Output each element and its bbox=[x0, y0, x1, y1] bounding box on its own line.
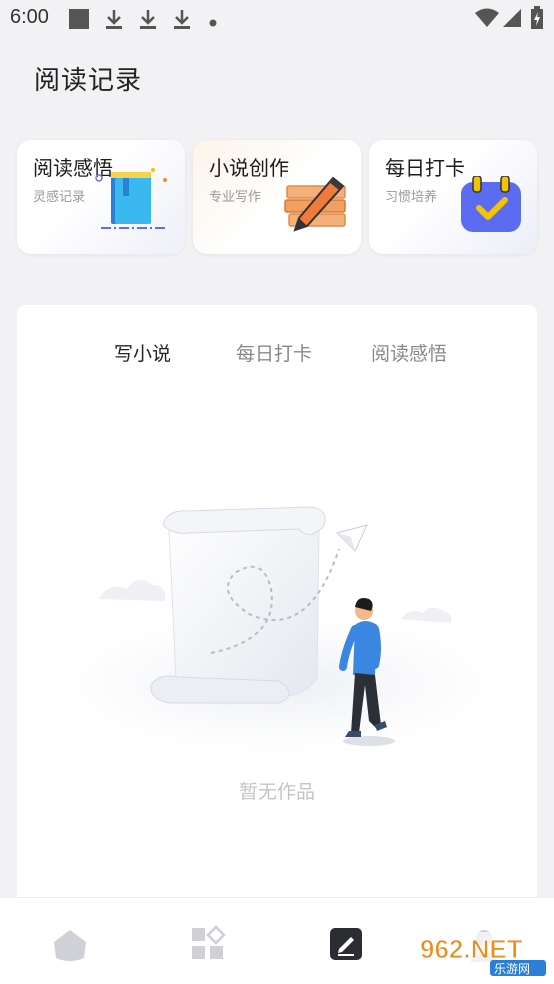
book-icon bbox=[93, 164, 171, 240]
empty-state-text: 暂无作品 bbox=[238, 781, 315, 803]
pencil-books-icon bbox=[283, 176, 349, 238]
page-title: 阅读记录 bbox=[34, 66, 143, 96]
card-novel-writing[interactable]: 小说创作 专业写作 bbox=[193, 140, 361, 254]
edit-icon[interactable] bbox=[326, 924, 366, 964]
wifi-icon bbox=[474, 7, 500, 33]
signal-icon bbox=[502, 8, 522, 32]
status-bar: 6:00 bbox=[0, 0, 554, 36]
dot-icon bbox=[208, 13, 218, 32]
card-title: 每日打卡 bbox=[385, 156, 465, 180]
square-icon bbox=[68, 8, 90, 34]
download-icon bbox=[172, 8, 192, 34]
battery-icon bbox=[530, 6, 544, 34]
apps-icon[interactable] bbox=[188, 924, 228, 964]
tab-write-novel[interactable]: 写小说 bbox=[114, 339, 171, 366]
watermark-main-text: 962.NET bbox=[420, 934, 523, 964]
card-subtitle: 专业写作 bbox=[209, 190, 262, 205]
scroll-person-illustration bbox=[39, 489, 519, 763]
tab-reading-insights[interactable]: 阅读感悟 bbox=[371, 339, 447, 366]
card-title: 小说创作 bbox=[209, 156, 289, 180]
download-icon bbox=[138, 8, 158, 34]
card-subtitle: 灵感记录 bbox=[33, 190, 86, 205]
content-panel: 写小说 每日打卡 阅读感悟 暂无作品 bbox=[17, 305, 537, 925]
card-reading-insights[interactable]: 阅读感悟 灵感记录 bbox=[17, 140, 185, 254]
calendar-check-icon bbox=[459, 175, 523, 238]
tab-daily-checkin[interactable]: 每日打卡 bbox=[236, 339, 312, 366]
home-icon[interactable] bbox=[50, 924, 90, 964]
watermark-logo: 962.NET 乐游网 bbox=[414, 930, 550, 982]
watermark-sub-text: 乐游网 bbox=[494, 962, 530, 976]
download-icon bbox=[104, 8, 124, 34]
card-subtitle: 习惯培养 bbox=[385, 190, 438, 205]
status-time: 6:00 bbox=[10, 6, 49, 28]
card-daily-checkin[interactable]: 每日打卡 习惯培养 bbox=[369, 140, 537, 254]
